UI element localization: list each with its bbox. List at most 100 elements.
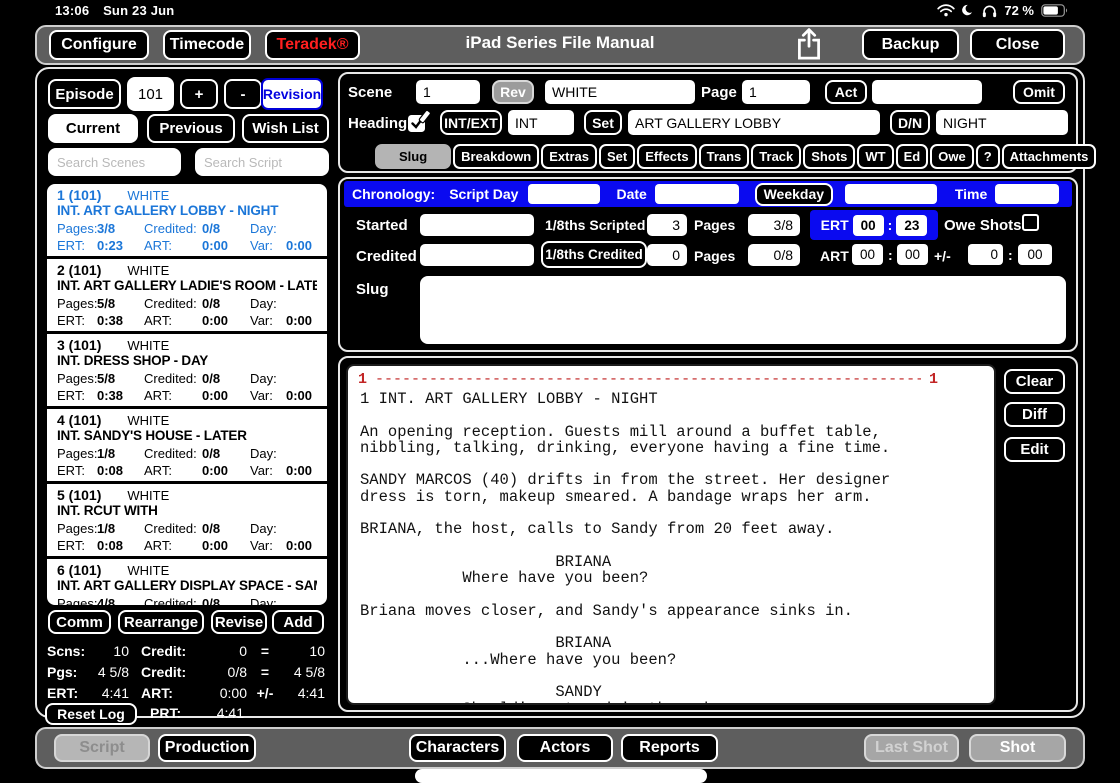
- add-button[interactable]: Add: [272, 610, 324, 634]
- checkbox-pencil-icon[interactable]: [406, 109, 432, 135]
- detail-tab-breakdown[interactable]: Breakdown: [453, 144, 540, 169]
- teradek-button[interactable]: Teradek®: [265, 30, 360, 60]
- detail-tab-attachments[interactable]: Attachments: [1001, 144, 1097, 169]
- chronology-label: Chronology:: [352, 186, 436, 202]
- scene-revision-color: WHITE: [127, 338, 170, 353]
- ert-hours-field[interactable]: 00: [852, 214, 884, 236]
- actors-button[interactable]: Actors: [517, 734, 613, 762]
- detail-tab-wt[interactable]: WT: [857, 144, 894, 169]
- detail-tab-trans[interactable]: Trans: [698, 144, 750, 169]
- detail-tab--[interactable]: ?: [975, 144, 1000, 169]
- last-shot-button[interactable]: Last Shot: [864, 734, 959, 762]
- rev-button[interactable]: Rev: [492, 80, 534, 104]
- reset-log-button[interactable]: Reset Log: [45, 703, 137, 725]
- wifi-icon: [937, 4, 956, 17]
- comm-button[interactable]: Comm: [48, 610, 111, 634]
- plus-minus-hours-field[interactable]: 0: [968, 244, 1003, 265]
- detail-tab-slug[interactable]: Slug: [375, 144, 452, 169]
- set-field[interactable]: ART GALLERY LOBBY: [628, 110, 880, 135]
- tab-previous[interactable]: Previous: [147, 114, 235, 143]
- backup-button[interactable]: Backup: [862, 29, 959, 60]
- revision-button[interactable]: Revision: [261, 78, 323, 110]
- detail-tab-set[interactable]: Set: [599, 144, 636, 169]
- eighths-scripted-field[interactable]: 3: [647, 214, 687, 236]
- episode-button[interactable]: Episode: [48, 79, 121, 109]
- scene-number-field[interactable]: 1: [416, 80, 480, 104]
- scene-list-item[interactable]: 6 (101) WHITE INT. ART GALLERY DISPLAY SP…: [47, 559, 327, 606]
- scene-list-item[interactable]: 5 (101) WHITE INT. RCUT WITH Pages:1/8 Cr…: [47, 484, 327, 559]
- scene-list-item[interactable]: 4 (101) WHITE INT. SANDY'S HOUSE - LATER …: [47, 409, 327, 484]
- eighths-credited-field[interactable]: 0: [647, 244, 687, 266]
- detail-tab-owe[interactable]: Owe: [930, 144, 974, 169]
- scene-list-item[interactable]: 1 (101) WHITE INT. ART GALLERY LOBBY - NI…: [47, 184, 327, 259]
- weekday-field[interactable]: [844, 184, 937, 204]
- share-icon: [798, 27, 820, 60]
- omit-button[interactable]: Omit: [1013, 80, 1065, 104]
- scene-stats-row: Pages:5/8 Credited: 0/8 Day:: [57, 296, 277, 311]
- episode-number-field[interactable]: 101: [127, 77, 174, 111]
- detail-tab-effects[interactable]: Effects: [637, 144, 697, 169]
- plus-minus-minutes-field[interactable]: 00: [1018, 244, 1052, 265]
- tab-current[interactable]: Current: [48, 114, 138, 143]
- share-button[interactable]: [793, 27, 825, 63]
- tab-wish-list[interactable]: Wish List: [242, 114, 329, 143]
- pages-credited-field[interactable]: 0/8: [748, 244, 800, 266]
- search-scenes-input[interactable]: [48, 148, 181, 176]
- revision-color-field[interactable]: WHITE: [545, 80, 695, 104]
- page-field[interactable]: 1: [742, 80, 810, 104]
- ert-minutes-field[interactable]: 23: [896, 214, 928, 236]
- scene-number: 4 (101): [57, 412, 102, 428]
- art-hours-field[interactable]: 00: [852, 244, 883, 265]
- set-button[interactable]: Set: [584, 110, 622, 135]
- day-night-button[interactable]: D/N: [890, 110, 930, 135]
- clear-button[interactable]: Clear: [1004, 369, 1065, 394]
- app-screen: 13:06 Sun 23 Jun 72 % Configure Timecode…: [0, 0, 1120, 783]
- episode-minus-button[interactable]: -: [224, 79, 262, 109]
- credited-field[interactable]: [420, 244, 534, 266]
- search-script-input[interactable]: [195, 148, 329, 176]
- script-page-ruler: 1 --------------------------------------…: [348, 366, 994, 388]
- owe-shots-checkbox[interactable]: [1022, 214, 1039, 231]
- scene-list[interactable]: 1 (101) WHITE INT. ART GALLERY LOBBY - NI…: [45, 182, 329, 607]
- shot-button[interactable]: Shot: [969, 734, 1066, 762]
- script-page[interactable]: 1 --------------------------------------…: [346, 364, 996, 705]
- eighths-credited-button[interactable]: 1/8ths Credited: [541, 241, 647, 268]
- act-button[interactable]: Act: [825, 80, 867, 104]
- episode-plus-button[interactable]: +: [180, 79, 218, 109]
- scene-heading: INT. SANDY'S HOUSE - LATER: [57, 428, 247, 443]
- int-ext-field[interactable]: INT: [508, 110, 574, 135]
- started-field[interactable]: [420, 214, 534, 236]
- revise-button[interactable]: Revise: [211, 610, 267, 634]
- script-nav-button[interactable]: Script: [54, 734, 150, 762]
- slug-textarea[interactable]: [420, 276, 1066, 344]
- chronology-bar: Chronology: Script Day Date Weekday Time: [344, 181, 1072, 207]
- pages-scripted-field[interactable]: 3/8: [748, 214, 800, 236]
- int-ext-button[interactable]: INT/EXT: [440, 110, 502, 135]
- reports-button[interactable]: Reports: [621, 734, 718, 762]
- scene-stats-row: Pages:3/8 Credited: 0/8 Day:: [57, 221, 277, 236]
- detail-tab-track[interactable]: Track: [751, 144, 802, 169]
- date-field[interactable]: [654, 184, 739, 204]
- detail-tab-ed[interactable]: Ed: [895, 144, 929, 169]
- weekday-button[interactable]: Weekday: [754, 182, 833, 206]
- configure-button[interactable]: Configure: [49, 30, 149, 60]
- art-minutes-field[interactable]: 00: [897, 244, 928, 265]
- scene-list-item[interactable]: 2 (101) WHITE INT. ART GALLERY LADIE'S RO…: [47, 259, 327, 334]
- time-field[interactable]: [995, 184, 1060, 204]
- characters-button[interactable]: Characters: [409, 734, 506, 762]
- detail-tab-extras[interactable]: Extras: [541, 144, 597, 169]
- rearrange-button[interactable]: Rearrange: [118, 610, 204, 634]
- diff-button[interactable]: Diff: [1004, 402, 1065, 427]
- close-button[interactable]: Close: [970, 29, 1065, 60]
- act-field[interactable]: [872, 80, 982, 104]
- edit-button[interactable]: Edit: [1004, 437, 1065, 462]
- timecode-button[interactable]: Timecode: [163, 30, 251, 60]
- scene-heading: INT. ART GALLERY DISPLAY SPACE - SAME...: [57, 578, 317, 593]
- scene-list-item[interactable]: 3 (101) WHITE INT. DRESS SHOP - DAY Pages…: [47, 334, 327, 409]
- script-day-field[interactable]: [528, 184, 601, 204]
- production-nav-button[interactable]: Production: [158, 734, 256, 762]
- day-night-field[interactable]: NIGHT: [936, 110, 1068, 135]
- plus-minus-label: +/-: [934, 248, 951, 264]
- prt-value: 4:41: [216, 705, 244, 721]
- detail-tab-shots[interactable]: Shots: [803, 144, 856, 169]
